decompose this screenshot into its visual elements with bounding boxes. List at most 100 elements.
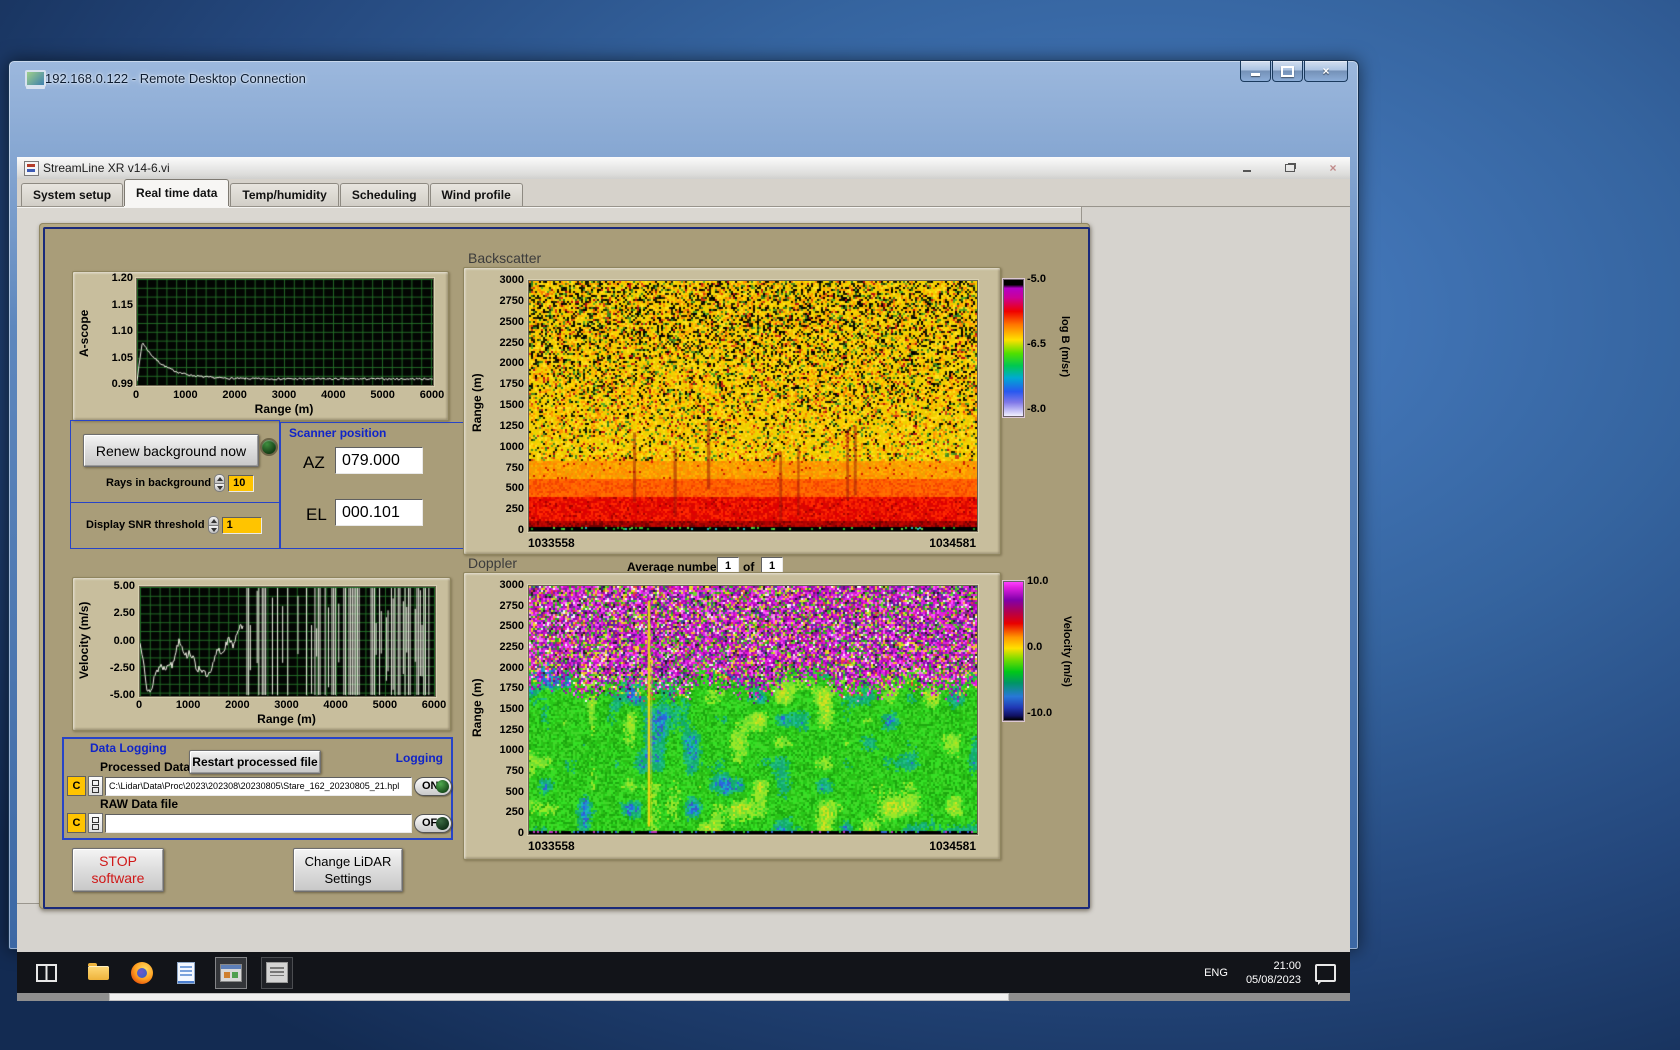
raw-logging-toggle[interactable]: OFF: [414, 813, 452, 833]
scanner-position-group: Scanner position AZ 079.000 EL 000.101: [280, 422, 481, 549]
tick-label: 3000: [271, 389, 297, 401]
labview-vi-icon: [24, 161, 39, 176]
labview-window-icon: [220, 963, 242, 982]
document-app-button[interactable]: [171, 958, 201, 988]
rays-spinner[interactable]: [214, 474, 226, 492]
backscatter-title: Backscatter: [468, 250, 542, 266]
firefox-button[interactable]: [127, 958, 157, 988]
tick-label: 0.0: [1027, 641, 1043, 653]
taskbar-clock[interactable]: 21:00 05/08/2023: [1238, 959, 1309, 987]
ascope-y-axis-label: A-scope: [77, 309, 91, 357]
close-icon: ×: [1322, 64, 1330, 78]
rays-value-field[interactable]: 10: [228, 474, 255, 492]
app-restore-button[interactable]: [1279, 160, 1301, 175]
tick-label: 1000: [173, 389, 198, 401]
doppler-graph: Range (m) 3000 2750 2500 2250 2000 1750 1500 12…: [463, 572, 1001, 860]
change-lidar-settings-button[interactable]: Change LiDAR Settings: [293, 848, 403, 892]
tick-label: 4000: [321, 389, 346, 401]
file-explorer-button[interactable]: [83, 958, 113, 988]
app-close-button[interactable]: ×: [1322, 160, 1344, 175]
tick-label: 750: [505, 765, 524, 777]
tick-label: -5.00: [109, 689, 135, 701]
app-minimize-button[interactable]: [1236, 160, 1258, 175]
tick-label: 1.15: [111, 298, 133, 311]
remote-desktop-client: StreamLine XR v14-6.vi × System setup Re…: [17, 157, 1350, 1001]
scanner-position-title: Scanner position: [289, 426, 387, 440]
language-indicator[interactable]: ENG: [1194, 952, 1238, 993]
action-center-icon[interactable]: [1315, 963, 1336, 985]
restart-processed-file-button[interactable]: Restart processed file: [189, 750, 321, 774]
tick-label: 250: [505, 503, 524, 516]
tab-real-time-data[interactable]: Real time data: [124, 179, 230, 206]
velocity-y-ticks: 5.00 2.50 0.00 -2.50 -5.00: [97, 580, 135, 701]
tick-label: 3000: [274, 699, 299, 711]
raw-path-field[interactable]: [105, 813, 412, 833]
document-icon: [177, 961, 195, 984]
snr-value-field[interactable]: 1: [221, 516, 262, 534]
doppler-x-end: 1034581: [929, 839, 976, 853]
tick-label: -8.0: [1027, 403, 1046, 415]
tab-scheduling[interactable]: Scheduling: [339, 183, 429, 206]
task-view-button[interactable]: [31, 958, 61, 988]
raw-browse-icon[interactable]: [88, 813, 103, 833]
tick-label: 1.20: [111, 272, 133, 284]
doppler-title: Doppler: [468, 555, 518, 571]
tick-label: 1750: [499, 682, 524, 695]
tick-label: 6000: [421, 699, 447, 711]
tick-label: 1500: [499, 703, 524, 715]
horizontal-scrollbar[interactable]: [17, 993, 1350, 1001]
rdp-window: 192.168.0.122 - Remote Desktop Connectio…: [8, 60, 1359, 1001]
backscatter-y-ticks: 3000 2750 2500 2250 2000 1750 1500 1250 1000 750 5…: [482, 274, 524, 536]
tick-label: 1000: [175, 699, 201, 711]
app-titlebar[interactable]: StreamLine XR v14-6.vi ×: [17, 157, 1350, 180]
processed-path-field[interactable]: C:\Lidar\Data\Proc\2023\202308\20230805\…: [105, 776, 412, 796]
az-value-field[interactable]: 079.000: [335, 447, 423, 474]
tick-label: -10.0: [1027, 707, 1053, 719]
el-value-field[interactable]: 000.101: [335, 499, 423, 526]
ascope-canvas: [137, 279, 433, 385]
scrollbar-thumb[interactable]: [109, 993, 1009, 1001]
doppler-x-start: 1033558: [528, 839, 575, 853]
maximize-button[interactable]: [1272, 61, 1303, 82]
velocity-plot: [139, 586, 436, 697]
doppler-y-ticks: 3000 2750 2500 2250 2000 1750 1500 1250 1000 750 5…: [482, 579, 524, 839]
rdp-titlebar[interactable]: 192.168.0.122 - Remote Desktop Connectio…: [9, 61, 1358, 97]
rdp-caption-buttons: ×: [1240, 61, 1348, 82]
tick-label: 0: [135, 699, 143, 711]
raw-drive-button[interactable]: C: [67, 813, 86, 833]
snr-spinner[interactable]: [207, 516, 219, 534]
tab-wind-profile[interactable]: Wind profile: [429, 183, 523, 206]
tick-label: 500: [505, 785, 524, 798]
tab-temp-humidity[interactable]: Temp/humidity: [230, 183, 339, 206]
tick-label: 1000: [499, 440, 524, 453]
tick-label: 5000: [372, 699, 398, 711]
scan-scheduler-button[interactable]: [261, 956, 293, 989]
processed-logging-toggle[interactable]: ON: [414, 776, 452, 796]
app-window-title: StreamLine XR v14-6.vi: [43, 161, 170, 175]
labview-app-button[interactable]: [215, 956, 247, 989]
backscatter-colorbar-label: log B (m/sr): [1059, 316, 1071, 378]
tick-label: 2500: [499, 315, 524, 328]
ascope-x-ticks: 0 1000 2000 3000 4000 5000 6000: [133, 389, 444, 401]
snr-threshold-row: Display SNR threshold 1: [86, 516, 262, 534]
backscatter-graph: Range (m) 3000 2750 2500 2250 2000 1750 1500 12…: [463, 267, 1001, 555]
tick-label: 2000: [499, 661, 524, 674]
clock-date: 05/08/2023: [1245, 973, 1301, 986]
velocity-x-ticks: 0 1000 2000 3000 4000 5000 6000: [135, 699, 446, 711]
minimize-button[interactable]: [1240, 61, 1271, 82]
velocity-graph: Velocity (m/s) 5.00 2.50 0.00 -2.50 -5.00 0 1…: [72, 577, 451, 731]
taskbar-tray: ENG 21:00 05/08/2023: [1194, 952, 1350, 993]
doppler-colorbar-ticks: 10.0 0.0 -10.0: [1027, 575, 1061, 719]
ascope-plot: [136, 278, 434, 386]
stop-software-button[interactable]: STOP software: [72, 848, 164, 892]
backscatter-x-end: 1034581: [929, 536, 976, 550]
tab-system-setup[interactable]: System setup: [21, 183, 124, 206]
el-label: EL: [306, 505, 327, 524]
close-button[interactable]: ×: [1304, 61, 1348, 82]
task-view-icon: [35, 963, 57, 982]
ascope-y-ticks: 1.20 1.15 1.10 1.05 0.99: [101, 272, 133, 390]
renew-background-button[interactable]: Renew background now: [83, 434, 259, 467]
processed-drive-button[interactable]: C: [67, 776, 86, 796]
processed-browse-icon[interactable]: [88, 776, 103, 796]
folder-icon: [87, 962, 109, 980]
